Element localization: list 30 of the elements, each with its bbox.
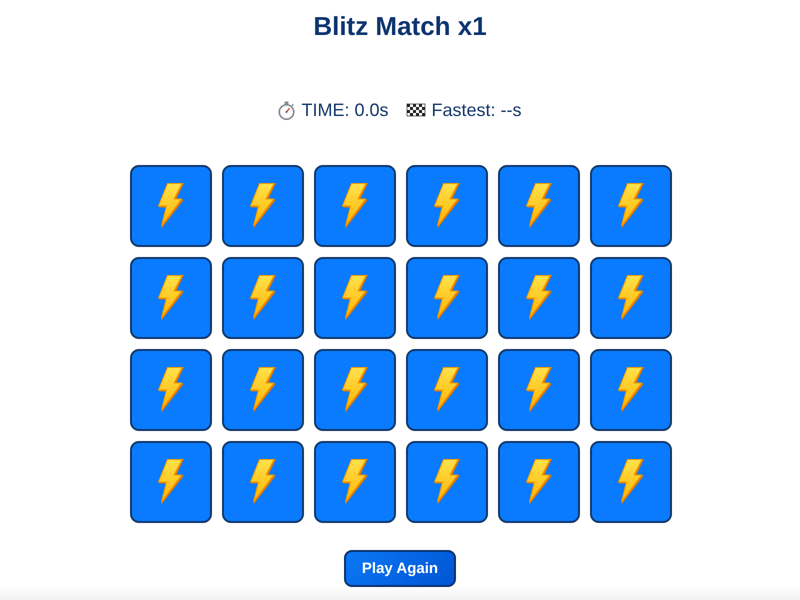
card-back[interactable] xyxy=(314,349,396,431)
card-back[interactable] xyxy=(314,441,396,523)
card-back[interactable] xyxy=(498,257,580,339)
timer-text: TIME: 0.0s xyxy=(301,99,388,122)
card-back[interactable] xyxy=(498,349,580,431)
card-back[interactable] xyxy=(406,441,488,523)
card-back[interactable] xyxy=(222,349,304,431)
card-back[interactable] xyxy=(222,165,304,247)
card-back[interactable] xyxy=(590,165,672,247)
fastest-time-text: Fastest: --s xyxy=(432,99,522,122)
card-back[interactable] xyxy=(314,257,396,339)
play-again-button[interactable]: Play Again xyxy=(344,550,456,587)
card-back[interactable] xyxy=(406,257,488,339)
card-back[interactable] xyxy=(130,165,212,247)
card-back[interactable] xyxy=(590,441,672,523)
card-back[interactable] xyxy=(498,441,580,523)
game-title: Blitz Match x1 xyxy=(313,10,487,42)
card-back[interactable] xyxy=(590,257,672,339)
stopwatch-icon xyxy=(278,100,296,120)
card-back[interactable] xyxy=(406,165,488,247)
checkered-flag-icon xyxy=(406,102,426,118)
card-back[interactable] xyxy=(130,441,212,523)
card-back[interactable] xyxy=(222,257,304,339)
card-back[interactable] xyxy=(222,441,304,523)
card-back[interactable] xyxy=(314,165,396,247)
card-back[interactable] xyxy=(498,165,580,247)
card-back[interactable] xyxy=(406,349,488,431)
card-back[interactable] xyxy=(130,257,212,339)
card-back[interactable] xyxy=(130,349,212,431)
card-back[interactable] xyxy=(590,349,672,431)
